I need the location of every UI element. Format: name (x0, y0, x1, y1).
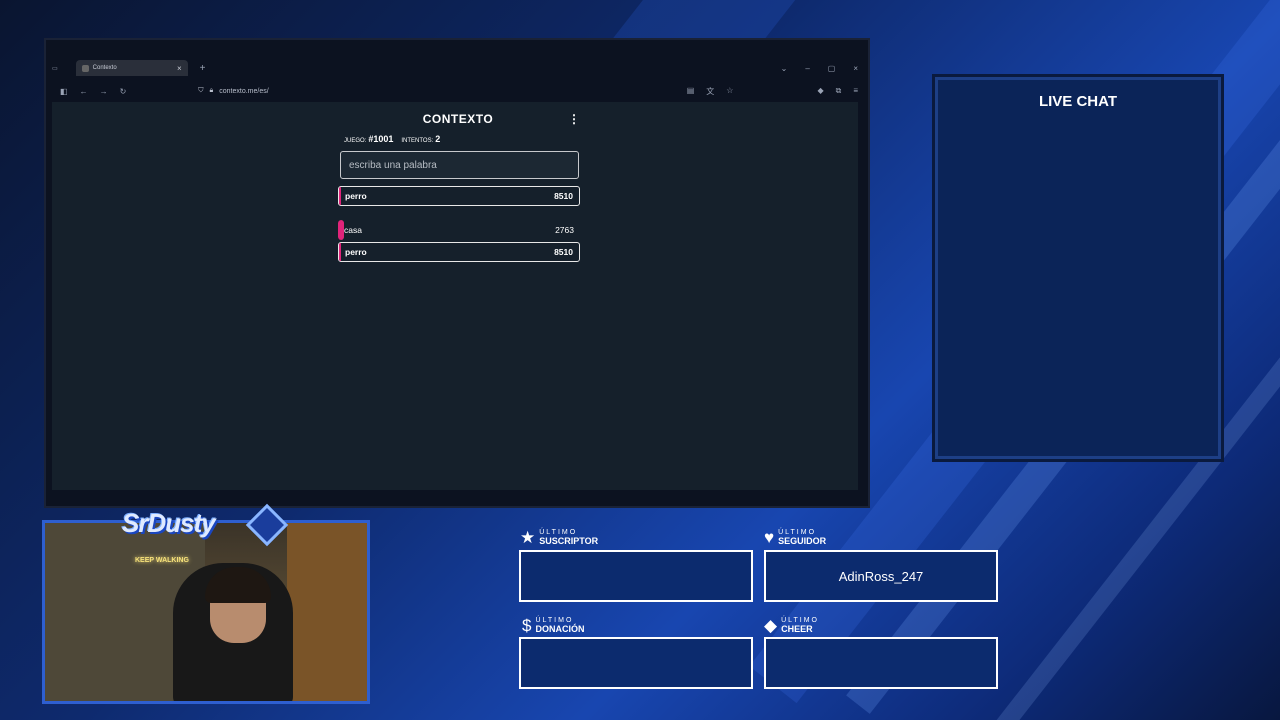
maximize-icon[interactable]: ▢ (828, 64, 836, 73)
streamer-logo: SrDusty (122, 508, 216, 538)
guess-rank: 8510 (554, 247, 573, 257)
stat-big: CHEER (781, 624, 813, 634)
extension-icon[interactable]: ◆ (817, 86, 823, 97)
star-icon: ★ (520, 528, 536, 547)
reader-icon[interactable]: ▤ (687, 86, 695, 97)
guess-word: casa (344, 225, 362, 235)
toolbar-actions: ▤ 文 ☆ ◆ ⧉ ≡ (687, 86, 864, 97)
cam-door (287, 523, 367, 701)
stat-big: SEGUIDOR (778, 536, 827, 546)
reload-icon[interactable]: ↻ (120, 87, 127, 96)
game-label: JUEGO: (344, 138, 367, 144)
guess-row: casa 2763 (338, 220, 580, 240)
neon-sign: KEEP WALKING (135, 557, 189, 564)
menu-icon[interactable]: ≡ (853, 86, 858, 97)
live-chat-panel: LIVE CHAT (932, 74, 1224, 462)
last-cheer-box (764, 637, 998, 689)
stat-label-subscriber: ★ ÚLTIMO SUSCRIPTOR (520, 528, 598, 546)
lock-icon: 🔒︎ (209, 87, 214, 94)
last-guess-bar (339, 187, 341, 205)
site-info-icon[interactable]: ⛉ (198, 87, 203, 95)
word-input[interactable]: escriba una palabra (340, 151, 579, 179)
tab-bar: ▭ Contexto × + ⌄ – ▢ × (52, 60, 864, 76)
window-controls: ⌄ – ▢ × (781, 64, 864, 73)
diamond-icon: ◆ (764, 616, 778, 635)
stat-label-follower: ♥ ÚLTIMO SEGUIDOR (764, 528, 826, 546)
tab-list-icon[interactable]: ▭ (52, 65, 58, 72)
address-bar[interactable]: ⛉ 🔒︎ contexto.me/es/ (198, 87, 268, 95)
chat-title: LIVE CHAT (1038, 93, 1118, 110)
stat-big: DONACIÓN (535, 624, 585, 634)
close-tab-icon[interactable]: × (177, 64, 182, 73)
stat-label-cheer: ◆ ÚLTIMO CHEER (764, 616, 819, 634)
browser-toolbar: ◧ ← → ↻ ⛉ 🔒︎ contexto.me/es/ ▤ 文 ☆ ◆ ⧉ ≡ (52, 82, 864, 100)
new-tab-icon[interactable]: + (200, 63, 206, 74)
back-icon[interactable]: ← (80, 87, 88, 96)
page-title: CONTEXTO (422, 112, 494, 126)
game-info: JUEGO: #1001 INTENTOS: 2 (344, 134, 440, 144)
translate-icon[interactable]: 文 (706, 86, 714, 97)
minimize-icon[interactable]: – (805, 64, 809, 73)
close-window-icon[interactable]: × (853, 64, 858, 73)
attempts-count: 2 (435, 134, 441, 144)
last-subscriber-box (519, 550, 753, 602)
more-vertical-icon[interactable]: ⋮ (568, 112, 580, 126)
webcam-feed: KEEP WALKING (42, 520, 370, 704)
contexto-page: CONTEXTO ⋮ JUEGO: #1001 INTENTOS: 2 escr… (52, 102, 858, 490)
bookmark-star-icon[interactable]: ☆ (726, 86, 733, 97)
browser-window: ▭ Contexto × + ⌄ – ▢ × ◧ ← → ↻ ⛉ 🔒︎ cont… (44, 38, 870, 508)
forward-icon[interactable]: → (100, 87, 108, 96)
last-donation-box (519, 637, 753, 689)
sidebar-icon[interactable]: ◧ (60, 87, 68, 96)
last-follower-box: AdinRoss_247 (764, 550, 998, 602)
extensions-puzzle-icon[interactable]: ⧉ (836, 86, 842, 97)
stat-big: SUSCRIPTOR (539, 536, 599, 546)
guess-word: perro (345, 247, 367, 257)
guess-rank: 2763 (555, 225, 574, 235)
tab-search-icon[interactable]: ⌄ (781, 64, 788, 73)
stat-label-donation: $ ÚLTIMO DONACIÓN (522, 616, 584, 634)
game-number: #1001 (368, 134, 394, 144)
favicon-icon (81, 64, 89, 72)
heart-icon: ♥ (764, 528, 775, 547)
browser-tab[interactable]: Contexto × (75, 60, 188, 76)
guess-word: perro (345, 191, 367, 201)
guess-bar (339, 243, 341, 261)
attempts-label: INTENTOS: (401, 138, 434, 144)
guess-rank: 8510 (554, 191, 573, 201)
guess-row: perro 8510 (338, 242, 580, 262)
tab-title: Contexto (92, 65, 117, 71)
last-guess-row: perro 8510 (338, 186, 580, 206)
url-text[interactable]: contexto.me/es/ (219, 88, 268, 95)
dollar-icon: $ (522, 616, 532, 635)
